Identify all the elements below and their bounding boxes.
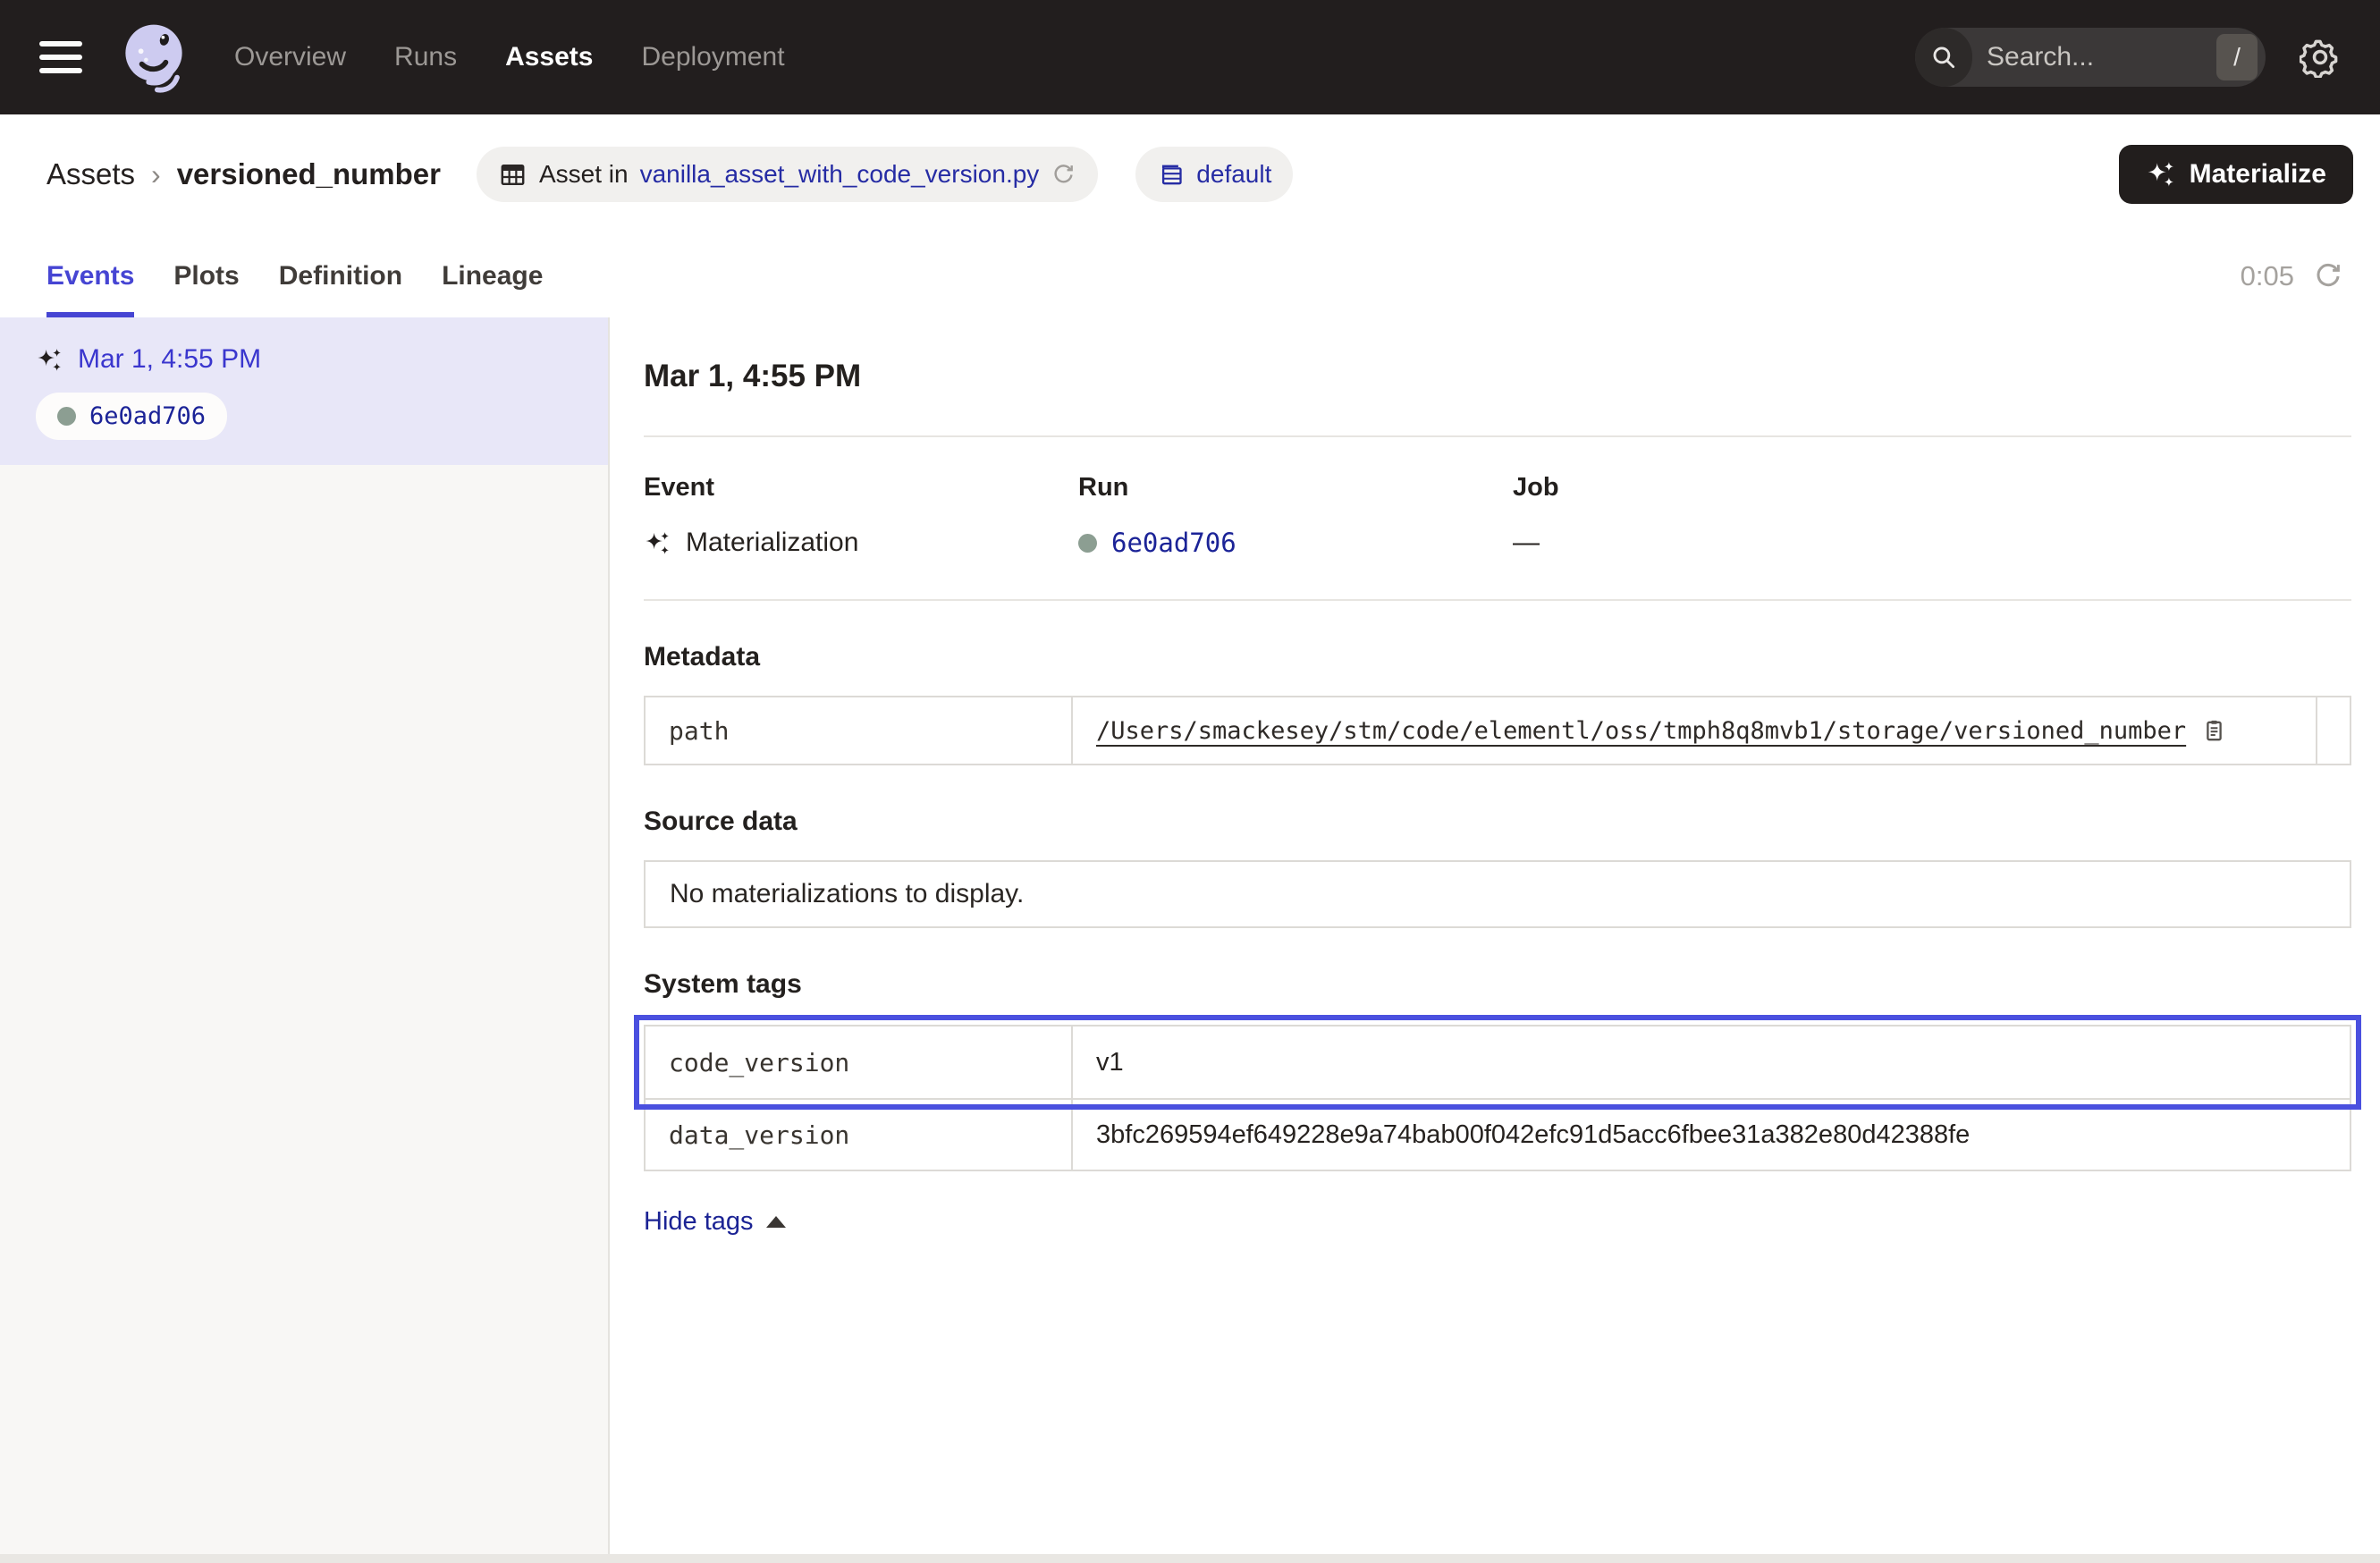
refresh-icon[interactable] [2312,260,2344,292]
page-header: Assets › versioned_number Asset in vanil… [0,114,2380,234]
code-file-link[interactable]: vanilla_asset_with_code_version.py [640,160,1040,189]
run-status-dot [1078,534,1097,553]
tab-bar: Events Plots Definition Lineage 0:05 [0,234,2380,317]
tag-value-cell: 3bfc269594ef649228e9a74bab00f042efc91d5a… [1073,1100,2350,1170]
tab-definition[interactable]: Definition [279,234,402,317]
job-column: Job — [1513,473,2351,558]
asset-in-label: Asset in [539,160,629,189]
event-timestamp-link[interactable]: Mar 1, 4:55 PM [78,344,261,375]
breadcrumb-assets-link[interactable]: Assets [46,157,135,191]
nav-item-assets[interactable]: Assets [505,42,593,72]
nav-item-overview[interactable]: Overview [234,42,346,72]
content-area: Mar 1, 4:55 PM 6e0ad706 Mar 1, 4:55 PM E… [0,317,2380,1563]
table-end-cell [2316,697,2350,764]
hide-tags-toggle[interactable]: Hide tags [644,1207,786,1237]
search-icon [1915,28,1972,87]
bottom-edge-strip [0,1554,2380,1563]
event-detail-title: Mar 1, 4:55 PM [644,359,2351,394]
system-tags-table: code_version v1 data_version 3bfc269594e… [644,1025,2351,1171]
global-search[interactable]: / [1915,28,2266,87]
run-id-badge[interactable]: 6e0ad706 [36,393,227,440]
source-data-empty-state: No materializations to display. [644,860,2351,928]
event-column: Event Materialization [644,473,1078,558]
empty-message: No materializations to display. [670,879,1024,908]
hide-tags-label: Hide tags [644,1207,754,1237]
tab-events[interactable]: Events [46,234,134,317]
repository-tag[interactable]: default [1135,147,1293,202]
run-status-dot [57,407,76,426]
divider [644,599,2351,601]
table-grid-icon [498,160,527,190]
materialization-event-list-item[interactable]: Mar 1, 4:55 PM 6e0ad706 [0,317,608,465]
tag-key-cell: data_version [646,1100,1073,1170]
metadata-heading: Metadata [644,642,2351,672]
run-id-link[interactable]: 6e0ad706 [1111,528,1236,558]
reload-definition-icon[interactable] [1051,162,1076,188]
sparkle-icon [644,529,671,557]
search-input[interactable] [1972,42,2216,72]
job-value: — [1513,528,1540,558]
nav-item-deployment[interactable]: Deployment [641,42,784,72]
system-tags-heading: System tags [644,969,2351,1000]
tab-plots[interactable]: Plots [173,234,239,317]
materialize-label: Materialize [2190,159,2326,190]
repo-grid-icon [1157,161,1185,189]
table-row: path /Users/smackesey/stm/code/elementl/… [646,697,2350,764]
event-detail-panel: Mar 1, 4:55 PM Event Materialization Run… [610,317,2380,1563]
collapse-arrow-icon [766,1216,786,1228]
event-type-value: Materialization [686,528,858,558]
job-column-label: Job [1513,473,2351,503]
run-column-label: Run [1078,473,1513,503]
divider [644,435,2351,437]
gear-icon[interactable] [2300,37,2341,78]
hamburger-menu-icon[interactable] [39,41,82,73]
sparkle-icon [2146,159,2176,190]
tab-lineage[interactable]: Lineage [442,234,543,317]
path-value-link[interactable]: /Users/smackesey/stm/code/elementl/oss/t… [1096,717,2186,745]
nav-item-runs[interactable]: Runs [394,42,457,72]
search-shortcut-badge: / [2216,34,2258,80]
dagster-logo[interactable] [113,16,195,98]
asset-definition-tag: Asset in vanilla_asset_with_code_version… [477,147,1098,202]
code-version-row: code_version v1 [646,1027,2350,1098]
tag-value-cell: v1 [1073,1027,2350,1098]
repo-name-label: default [1196,160,1271,189]
page-title: versioned_number [177,157,441,191]
copy-to-clipboard-icon[interactable] [2200,717,2228,745]
event-list-sidebar: Mar 1, 4:55 PM 6e0ad706 [0,317,610,1563]
top-nav: Overview Runs Assets Deployment / [0,0,2380,114]
data-version-row: data_version 3bfc269594ef649228e9a74bab0… [646,1098,2350,1170]
source-data-heading: Source data [644,807,2351,837]
metadata-table: path /Users/smackesey/stm/code/elementl/… [644,696,2351,765]
tag-key-cell: code_version [646,1027,1073,1098]
sparkle-icon [36,346,63,374]
run-column: Run 6e0ad706 [1078,473,1513,558]
primary-nav: Overview Runs Assets Deployment [234,42,785,72]
materialize-button[interactable]: Materialize [2119,145,2353,204]
refresh-countdown: 0:05 [2241,260,2294,292]
metadata-key-cell: path [646,697,1073,764]
breadcrumb-chevron-icon: › [151,158,161,191]
event-column-label: Event [644,473,1078,503]
run-id-label: 6e0ad706 [89,402,206,430]
